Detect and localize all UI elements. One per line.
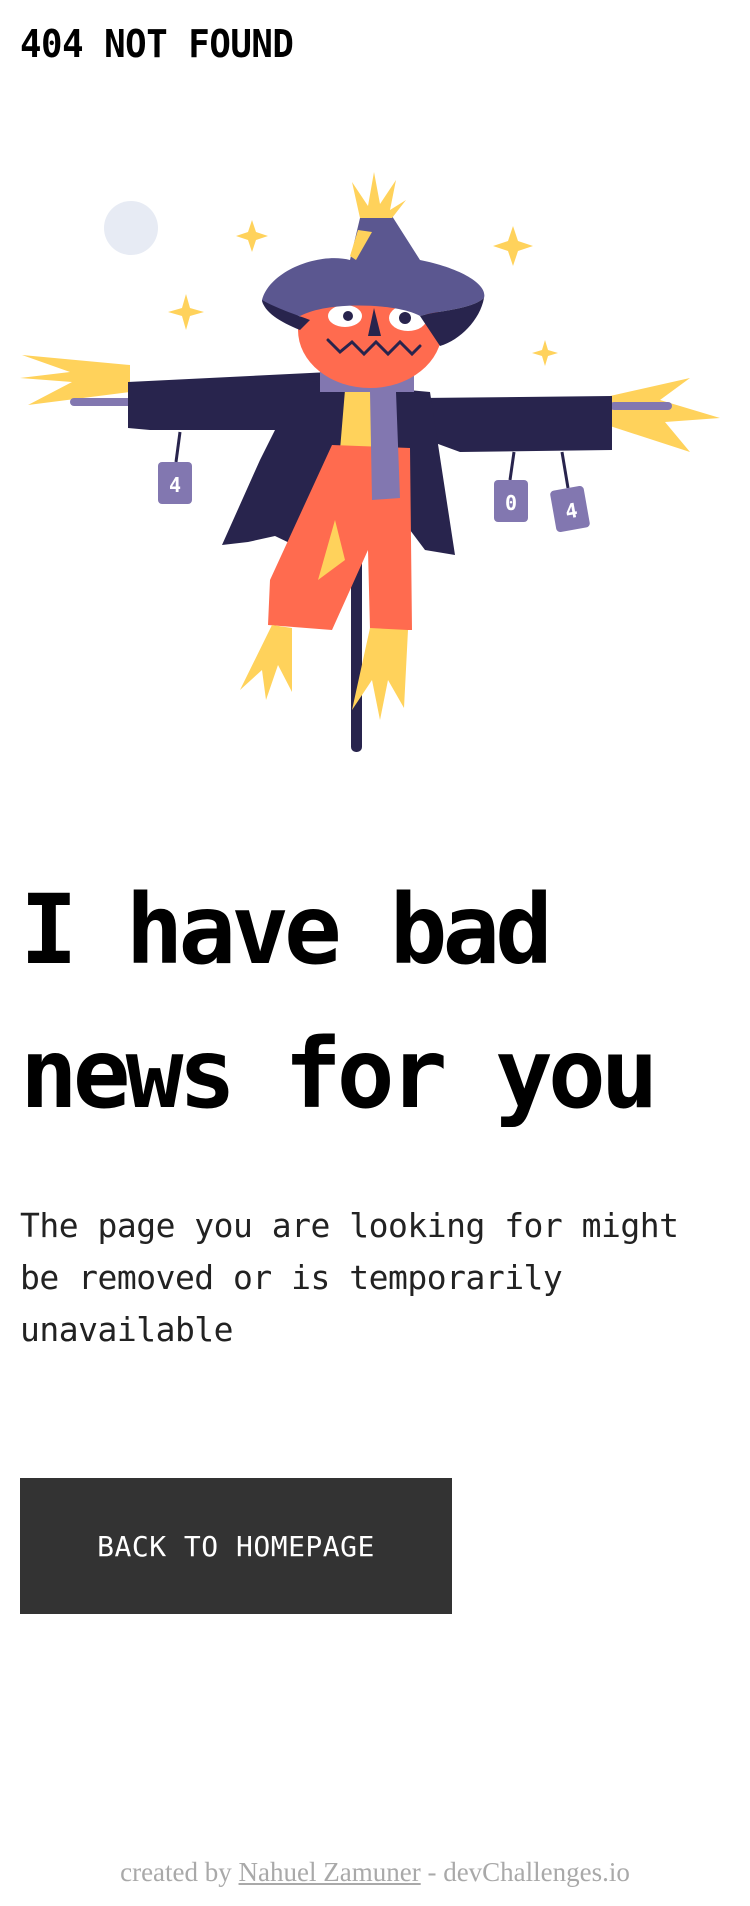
page-root: 404 NOT FOUND 4 0 4 I have bad news for …: [0, 0, 750, 1906]
can-middle: 0: [494, 451, 528, 522]
page-headline: I have bad news for you: [20, 874, 659, 1130]
footer-suffix: - devChallenges.io: [427, 1857, 630, 1887]
error-description: The page you are looking for might be re…: [20, 1206, 679, 1349]
footer-credit: created by Nahuel Zamuner - devChallenge…: [0, 1857, 750, 1888]
scarecrow-illustration: 4 0 4: [20, 172, 720, 752]
footer-prefix: created by: [120, 1857, 232, 1887]
site-logo[interactable]: 404 NOT FOUND: [20, 22, 294, 66]
author-link[interactable]: Nahuel Zamuner: [239, 1857, 421, 1887]
right-hand-straw: [610, 378, 720, 452]
moon-icon: [104, 201, 158, 255]
can-left: 4: [158, 431, 192, 504]
can-left-label: 4: [169, 473, 181, 497]
hat: [262, 216, 485, 316]
can-right: 4: [550, 451, 590, 532]
back-to-homepage-button[interactable]: BACK TO HOMEPAGE: [20, 1478, 452, 1614]
left-hand-straw: [20, 355, 130, 405]
can-middle-label: 0: [505, 491, 517, 515]
